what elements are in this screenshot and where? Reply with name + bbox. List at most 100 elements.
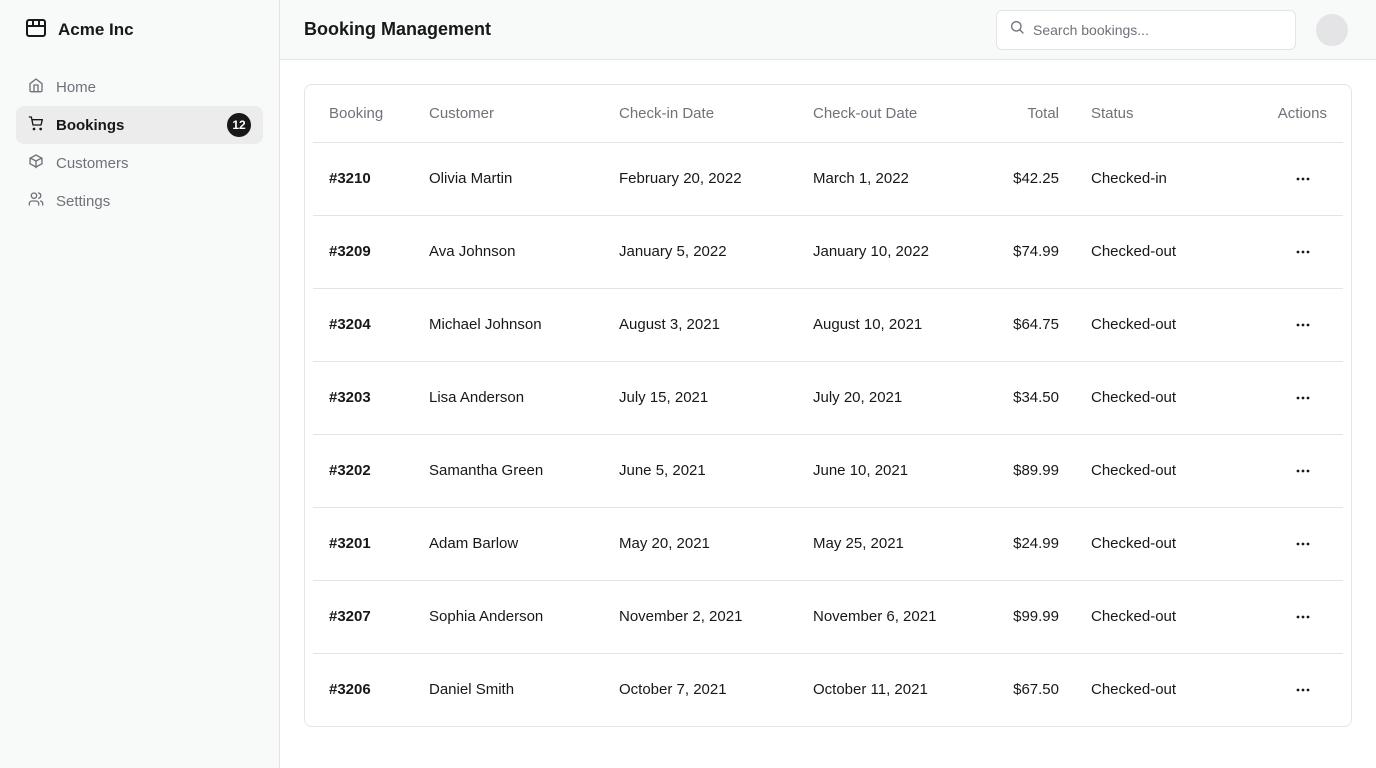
booking-status: Checked-out [1091, 681, 1177, 699]
more-actions-button[interactable] [1291, 313, 1315, 337]
checkout-date: June 10, 2021 [797, 434, 967, 508]
content: Booking Customer Check-in Date Check-out… [280, 60, 1376, 751]
table-row: #3206 Daniel Smith October 7, 2021 Octob… [313, 653, 1343, 726]
sidebar-item-home[interactable]: Home [16, 68, 263, 106]
more-horizontal-icon [1296, 396, 1310, 399]
checkin-date: October 7, 2021 [619, 681, 727, 699]
page-title: Booking Management [304, 19, 492, 39]
sidebar-item-settings[interactable]: Settings [16, 182, 263, 220]
checkin-date: June 5, 2021 [603, 434, 797, 508]
checkout-date: March 1, 2022 [797, 142, 967, 216]
table-row: #3209 Ava Johnson January 5, 2022 Januar… [313, 215, 1343, 289]
column-header-actions: Actions [1225, 85, 1343, 143]
customer-name: Adam Barlow [413, 507, 603, 581]
checkout-date: May 25, 2021 [797, 507, 967, 581]
more-actions-button[interactable] [1291, 605, 1315, 629]
more-actions-button[interactable] [1291, 678, 1315, 702]
sidebar-item-label: Customers [56, 154, 129, 172]
booking-status: Checked-out [1075, 507, 1225, 581]
booking-id: #3204 [313, 288, 413, 362]
actions-cell [1225, 653, 1343, 726]
booking-id: #3210 [313, 142, 413, 216]
avatar[interactable] [1316, 13, 1348, 46]
booking-id: #3209 [313, 215, 413, 289]
booking-status: Checked-out [1075, 215, 1225, 289]
booking-id: #3206 [329, 681, 371, 699]
bookings-card: Booking Customer Check-in Date Check-out… [304, 84, 1352, 727]
home-icon [28, 77, 44, 97]
total-amount: $24.99 [967, 507, 1075, 581]
brand[interactable]: Acme Inc [0, 0, 279, 60]
table-row: #3204 Michael Johnson August 3, 2021 Aug… [313, 288, 1343, 362]
actions-cell [1225, 215, 1343, 289]
column-header-booking: Booking [313, 85, 413, 143]
table-row: #3207 Sophia Anderson November 2, 2021 N… [313, 580, 1343, 654]
booking-id: #3203 [313, 361, 413, 435]
search-input[interactable] [1033, 21, 1283, 38]
total-amount: $99.99 [967, 580, 1075, 654]
checkout-date: August 10, 2021 [797, 288, 967, 362]
table-row: #3210 Olivia Martin February 20, 2022 Ma… [313, 142, 1343, 216]
checkin-date: November 2, 2021 [603, 580, 797, 654]
brand-name: Acme Inc [58, 20, 134, 39]
column-header-total: Total [967, 85, 1075, 143]
more-horizontal-icon [1296, 615, 1310, 618]
bookings-table: Booking Customer Check-in Date Check-out… [313, 85, 1343, 726]
checkin-date: January 5, 2022 [603, 215, 797, 289]
booking-status: Checked-out [1075, 288, 1225, 362]
booking-id: #3201 [313, 507, 413, 581]
checkout-date: July 20, 2021 [797, 361, 967, 435]
customer-name: Samantha Green [413, 434, 603, 508]
main-area: Booking Management Booking Customer Chec… [280, 0, 1376, 768]
actions-cell [1225, 434, 1343, 508]
checkin-date: May 20, 2021 [603, 507, 797, 581]
column-header-status: Status [1075, 85, 1225, 143]
actions-cell [1225, 142, 1343, 216]
sidebar-item-customers[interactable]: Customers [16, 144, 263, 182]
booking-status: Checked-out [1075, 361, 1225, 435]
checkin-date: February 20, 2022 [603, 142, 797, 216]
more-actions-button[interactable] [1291, 167, 1315, 191]
total-amount: $64.75 [967, 288, 1075, 362]
customer-name: Lisa Anderson [413, 361, 603, 435]
more-actions-button[interactable] [1291, 240, 1315, 264]
customer-name: Michael Johnson [413, 288, 603, 362]
more-actions-button[interactable] [1291, 532, 1315, 556]
checkin-date: July 15, 2021 [603, 361, 797, 435]
actions-cell [1225, 507, 1343, 581]
cart-icon [28, 115, 44, 135]
total-amount: $34.50 [967, 361, 1075, 435]
table-row: #3202 Samantha Green June 5, 2021 June 1… [313, 434, 1343, 508]
users-icon [28, 191, 44, 211]
sidebar-nav: Home Bookings 12 Customers Settings [0, 60, 279, 220]
customer-name: Sophia Anderson [413, 580, 603, 654]
column-header-checkout: Check-out Date [797, 85, 967, 143]
more-horizontal-icon [1296, 469, 1310, 472]
sidebar-item-label: Home [56, 78, 97, 96]
total-amount: $89.99 [967, 434, 1075, 508]
table-row: #3203 Lisa Anderson July 15, 2021 July 2… [313, 361, 1343, 435]
sidebar-item-bookings[interactable]: Bookings 12 [16, 106, 263, 144]
checkin-date: August 3, 2021 [603, 288, 797, 362]
more-horizontal-icon [1296, 542, 1310, 545]
more-actions-button[interactable] [1291, 386, 1315, 410]
search-icon [1009, 19, 1025, 40]
table-row: #3201 Adam Barlow May 20, 2021 May 25, 2… [313, 507, 1343, 581]
actions-cell [1225, 288, 1343, 362]
total-amount: $42.25 [967, 142, 1075, 216]
search-box[interactable] [996, 9, 1296, 50]
column-header-checkin: Check-in Date [603, 85, 797, 143]
sidebar-item-label: Settings [56, 192, 111, 210]
table-header-row: Booking Customer Check-in Date Check-out… [313, 85, 1343, 143]
column-header-customer: Customer [413, 85, 603, 143]
package-icon [24, 16, 48, 45]
customer-name: Daniel Smith [429, 681, 515, 699]
package-icon [28, 153, 44, 173]
more-horizontal-icon [1296, 177, 1310, 180]
booking-id: #3207 [313, 580, 413, 654]
sidebar-item-label: Bookings [56, 116, 125, 134]
checkout-date: January 10, 2022 [797, 215, 967, 289]
bookings-count-badge: 12 [227, 113, 251, 137]
more-actions-button[interactable] [1291, 459, 1315, 483]
actions-cell [1225, 361, 1343, 435]
